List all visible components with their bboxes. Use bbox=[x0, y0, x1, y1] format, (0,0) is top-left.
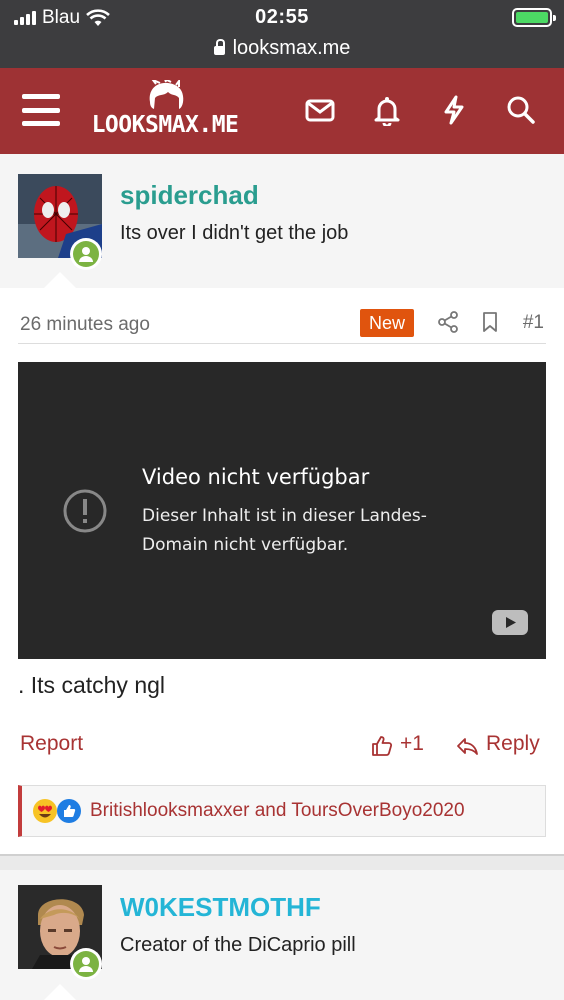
reactions-names[interactable]: Britishlooksmaxxer and ToursOverBoyo2020 bbox=[90, 800, 465, 822]
url-text: looksmax.me bbox=[232, 37, 351, 59]
video-error-message: Dieser Inhalt ist in dieser Landes-Domai… bbox=[142, 506, 427, 555]
battery-icon bbox=[512, 8, 556, 27]
video-error-title: Video nicht verfügbar bbox=[142, 465, 370, 489]
youtube-icon[interactable] bbox=[492, 610, 528, 635]
online-status-icon bbox=[70, 238, 102, 270]
search-icon[interactable] bbox=[505, 94, 537, 126]
new-badge: New bbox=[360, 309, 414, 337]
reactions-bar[interactable]: Britishlooksmaxxer and ToursOverBoyo2020 bbox=[18, 785, 546, 837]
logo-text: LOOKSMAX.ME bbox=[91, 112, 239, 138]
next-post-username[interactable]: W0KESTMOTHF bbox=[120, 892, 321, 923]
message-pointer bbox=[44, 272, 76, 288]
user-title: Creator of the DiCaprio pill bbox=[120, 934, 356, 956]
post-number[interactable]: #1 bbox=[523, 312, 544, 334]
bell-icon[interactable] bbox=[371, 94, 403, 126]
lock-icon bbox=[213, 39, 225, 55]
post-timestamp[interactable]: 26 minutes ago bbox=[20, 314, 150, 336]
video-embed[interactable]: Video nicht verfügbar Dieser Inhalt ist … bbox=[18, 362, 546, 659]
heart-eyes-emoji-icon bbox=[33, 799, 57, 823]
thread-starter-block: spiderchad Its over I didn't get the job bbox=[0, 154, 564, 288]
alert-circle-icon bbox=[63, 489, 107, 533]
lightning-icon[interactable] bbox=[438, 94, 470, 126]
share-icon[interactable] bbox=[436, 310, 460, 334]
site-logo[interactable]: LOOKSMAX.ME bbox=[82, 80, 248, 144]
post-body: . Its catchy ngl bbox=[18, 672, 166, 698]
reply-icon[interactable] bbox=[455, 734, 479, 758]
like-thumb-icon[interactable] bbox=[370, 734, 394, 758]
clock: 02:55 bbox=[255, 6, 309, 28]
mail-icon[interactable] bbox=[304, 94, 336, 126]
reply-button[interactable]: Reply bbox=[486, 732, 540, 756]
post-meta-bar: 26 minutes ago New #1 bbox=[18, 306, 546, 344]
post-divider bbox=[0, 854, 564, 870]
next-post-user-block: W0KESTMOTHF Creator of the DiCaprio pill bbox=[0, 870, 564, 1000]
ios-status-bar: Blau 02:55 looksmax.me bbox=[0, 0, 564, 68]
report-link[interactable]: Report bbox=[20, 732, 83, 756]
url-bar[interactable]: looksmax.me bbox=[0, 37, 564, 60]
online-status-icon bbox=[70, 948, 102, 980]
logo-hair-icon bbox=[149, 80, 184, 109]
menu-icon[interactable] bbox=[22, 94, 60, 126]
like-emoji-icon bbox=[57, 799, 81, 823]
message-pointer bbox=[44, 984, 76, 1000]
like-count[interactable]: +1 bbox=[400, 732, 424, 756]
site-header: LOOKSMAX.ME bbox=[0, 68, 564, 154]
user-title: Its over I didn't get the job bbox=[120, 222, 349, 244]
thread-starter-username[interactable]: spiderchad bbox=[120, 180, 259, 211]
bookmark-icon[interactable] bbox=[478, 310, 502, 334]
